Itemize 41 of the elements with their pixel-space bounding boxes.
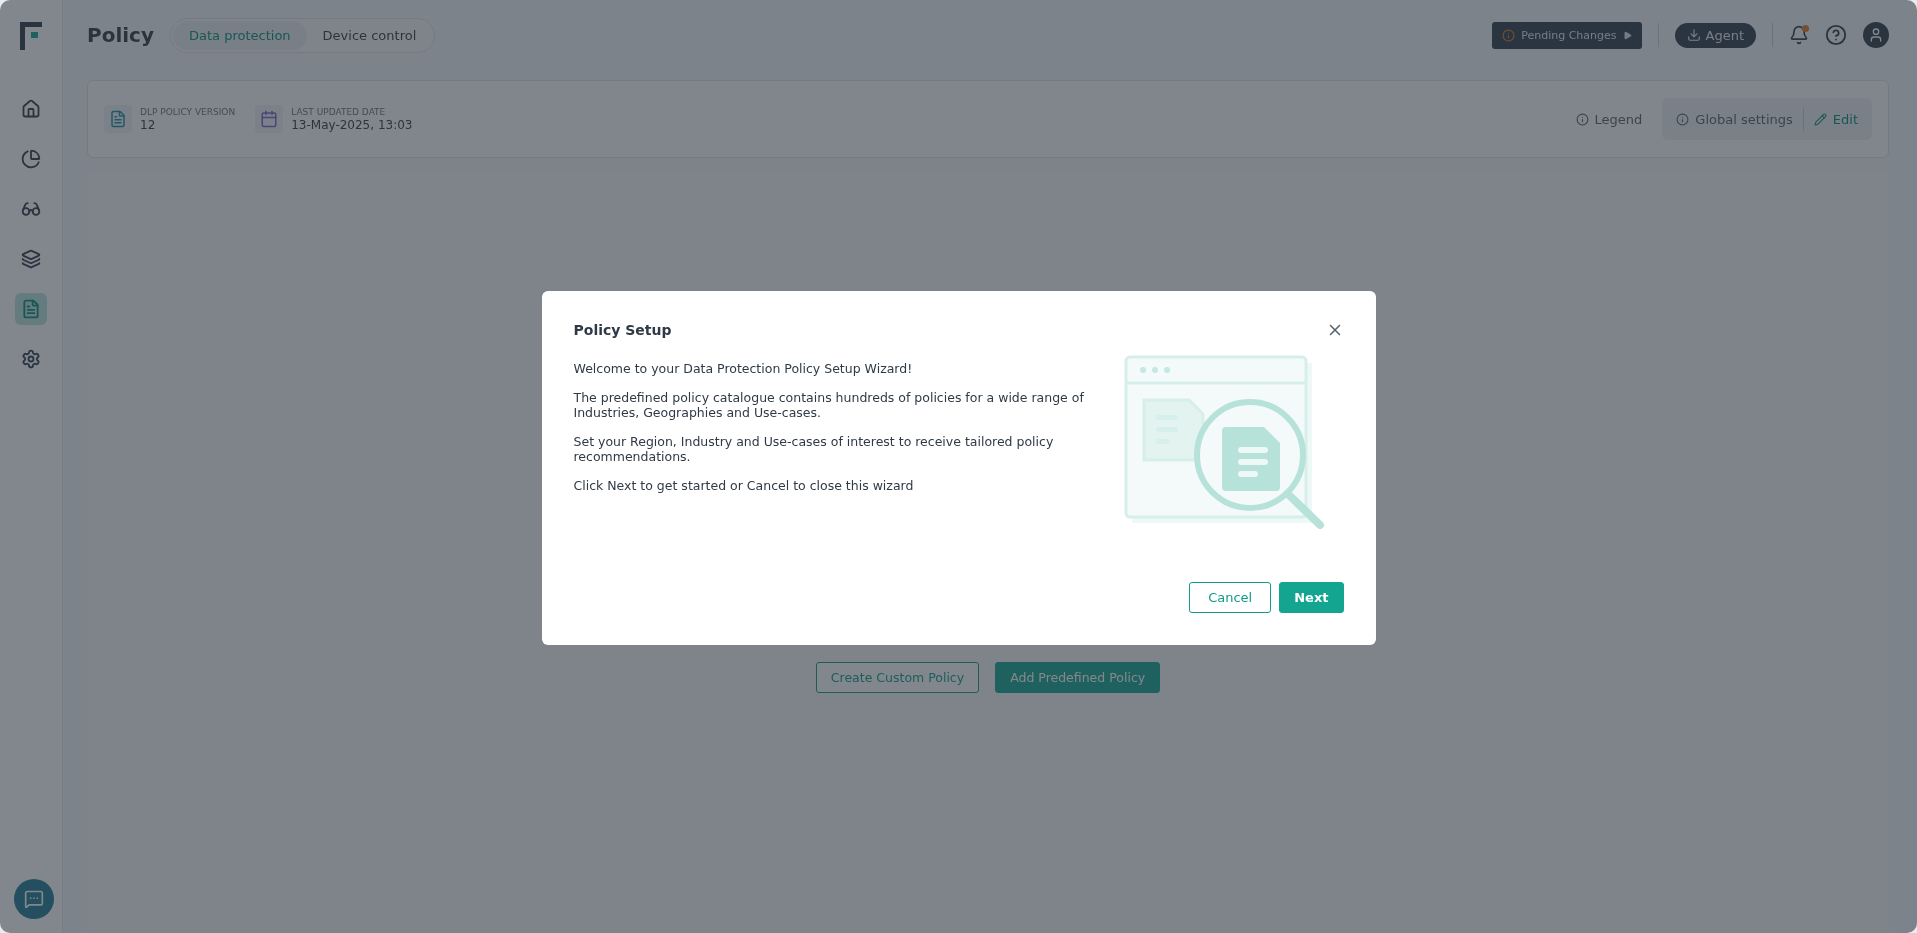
tab[interactable]: Device control (306, 20, 433, 50)
help-icon[interactable] (1825, 24, 1847, 46)
dialog-paragraph: Click Next to get started or Cancel to close this wizard (573, 478, 915, 493)
chat-icon (24, 889, 44, 909)
info-icon (1502, 28, 1516, 42)
create-custom-policy-button[interactable]: Create Custom Policy (815, 662, 980, 693)
version-label: DLP POLICY VERSION (140, 106, 236, 117)
version-value: 12 (140, 117, 157, 132)
legend-link[interactable]: Legend (1575, 111, 1643, 127)
next-button[interactable]: Next (1279, 582, 1344, 613)
global-settings-link[interactable]: Global settings (1676, 111, 1793, 127)
document-icon (104, 105, 132, 133)
page-title: Policy (87, 23, 154, 47)
logo-icon (20, 22, 42, 50)
download-icon (1686, 28, 1701, 42)
info-icon (1575, 112, 1589, 126)
dialog-paragraph: Set your Region, Industry and Use-cases of interest to receive tailored policy recommendations. (573, 434, 1055, 464)
pending-changes-button[interactable]: Pending Changes (1492, 21, 1642, 49)
tab[interactable]: Data protection (173, 20, 307, 50)
edit-link[interactable]: Edit (1813, 111, 1858, 127)
bell-icon[interactable] (1789, 25, 1809, 45)
nav-icon (21, 149, 41, 169)
pencil-icon (1813, 112, 1827, 126)
avatar[interactable] (1863, 22, 1889, 48)
nav-icon (21, 249, 41, 269)
info-icon (1676, 112, 1690, 126)
add-predefined-policy-button[interactable]: Add Predefined Policy (995, 662, 1161, 693)
cancel-button[interactable]: Cancel (1189, 582, 1272, 613)
nav-icon (21, 299, 41, 319)
dialog-title: Policy Setup (573, 322, 672, 338)
nav-icon (21, 99, 41, 119)
play-icon (1622, 30, 1632, 40)
date-value: 13-May-2025, 13:03 (291, 117, 413, 132)
dialog-paragraph: Welcome to your Data Protection Policy Setup Wizard! (573, 361, 914, 376)
date-label: LAST UPDATED DATE (291, 106, 387, 117)
agent-button[interactable]: Agent (1674, 22, 1756, 48)
calendar-icon (255, 105, 284, 133)
nav-icon (21, 199, 41, 219)
dialog-paragraph: The predefined policy catalogue contains hundreds of policies for a wide range of Industries, Geographies and Use-cases. (573, 390, 1085, 420)
nav-icon (21, 349, 41, 369)
nav-item[interactable] (15, 293, 47, 325)
